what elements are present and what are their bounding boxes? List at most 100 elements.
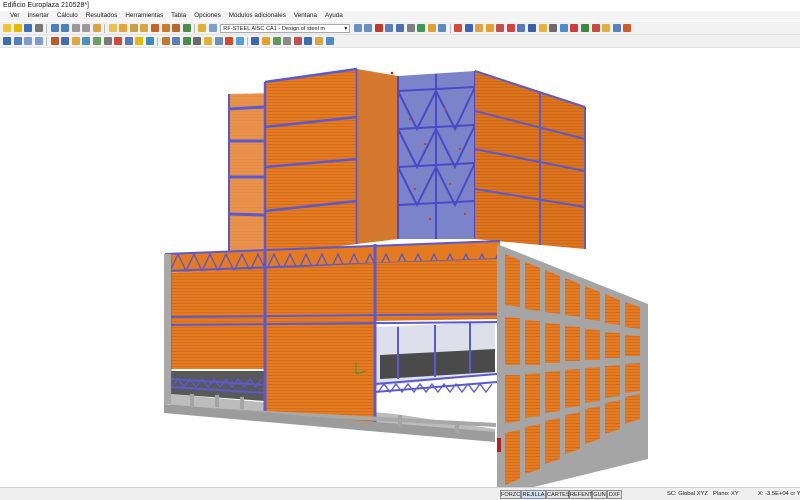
mesh-icon[interactable] [581, 24, 590, 32]
rotate-icon[interactable] [623, 24, 632, 32]
cut-icon[interactable] [71, 24, 80, 32]
secondary-toolbar [0, 35, 800, 48]
help-icon[interactable] [325, 37, 334, 45]
scale-icon[interactable] [406, 24, 415, 32]
visibility-icon[interactable] [161, 37, 170, 45]
copy-icon[interactable] [82, 24, 91, 32]
zoom-icon[interactable] [119, 24, 128, 32]
status-button-dxf[interactable]: DXF [607, 490, 622, 499]
status-button-forzc[interactable]: FORZC [500, 490, 521, 499]
comment-icon[interactable] [135, 37, 144, 45]
dimension-icon[interactable] [114, 37, 123, 45]
menu-tabla[interactable]: Tabla [167, 11, 190, 21]
module-selector-value: RF-STEEL AISC CA1 - Design of steel m [223, 25, 326, 32]
graphic-icon[interactable] [427, 24, 436, 32]
display-icon[interactable] [385, 24, 394, 32]
next-icon[interactable] [364, 24, 373, 32]
module-selector[interactable]: RF-STEEL AISC CA1 - Design of steel m ▼ [220, 23, 351, 33]
section-view-icon[interactable] [251, 37, 260, 45]
zoom-window-icon[interactable] [129, 24, 138, 32]
clipping-icon[interactable] [261, 37, 270, 45]
zoom-in-icon[interactable] [24, 37, 33, 45]
shaded-icon[interactable] [71, 37, 80, 45]
animation-icon[interactable] [272, 37, 281, 45]
group-icon[interactable] [182, 37, 191, 45]
paste-icon[interactable] [93, 24, 102, 32]
top-node-marker [390, 71, 394, 75]
table-icon[interactable] [208, 24, 217, 32]
menu-insertar[interactable]: Insertar [23, 11, 52, 21]
node-icon[interactable] [453, 24, 462, 32]
guide-icon[interactable] [124, 37, 133, 45]
menu-ayuda[interactable]: Ayuda [321, 11, 347, 21]
colors-icon[interactable] [395, 24, 404, 32]
results-icon[interactable] [198, 24, 207, 32]
save-icon[interactable] [24, 24, 33, 32]
load-icon[interactable] [506, 24, 515, 32]
coordinate-readout: X: -3.5E+04 cr Y: [758, 491, 800, 497]
view-icon[interactable] [161, 24, 170, 32]
layer-icon[interactable] [172, 37, 181, 45]
support-icon[interactable] [496, 24, 505, 32]
print-graphic-icon[interactable] [283, 37, 292, 45]
wireframe-icon[interactable] [61, 37, 70, 45]
measure-icon[interactable] [146, 37, 155, 45]
info-icon[interactable] [304, 37, 313, 45]
check-icon[interactable] [417, 24, 426, 32]
lock-icon[interactable] [602, 24, 611, 32]
3d-model-viewport[interactable] [0, 49, 800, 487]
undo-icon[interactable] [50, 24, 59, 32]
copy-move-icon[interactable] [193, 37, 202, 45]
pencil-icon[interactable] [108, 24, 117, 32]
prev-icon[interactable] [353, 24, 362, 32]
menu-opciones[interactable]: Opciones [190, 11, 225, 21]
pan-icon[interactable] [13, 37, 22, 45]
export-icon[interactable] [293, 37, 302, 45]
open-icon[interactable] [13, 24, 22, 32]
divide-icon[interactable] [214, 37, 223, 45]
window-icon[interactable] [438, 24, 447, 32]
perspective-icon[interactable] [50, 37, 59, 45]
extend-icon[interactable] [235, 37, 244, 45]
menu-calculo[interactable]: Cálculo [53, 11, 82, 21]
calculate-icon[interactable] [182, 24, 191, 32]
upper-left-floors [227, 94, 266, 267]
view-front-icon[interactable] [528, 24, 537, 32]
section-icon[interactable] [172, 24, 181, 32]
tools-icon[interactable] [591, 24, 600, 32]
view-iso-icon[interactable] [517, 24, 526, 32]
settings-icon[interactable] [314, 37, 323, 45]
upper-corner-wall [357, 69, 398, 244]
render-icon[interactable] [151, 24, 160, 32]
stop-icon[interactable] [374, 24, 383, 32]
redo-icon[interactable] [61, 24, 70, 32]
snap-icon[interactable] [103, 37, 112, 45]
menu-ver[interactable]: Ver [6, 11, 23, 21]
view-side-icon[interactable] [549, 24, 558, 32]
surface-icon[interactable] [475, 24, 484, 32]
zoom-out-icon[interactable] [35, 37, 44, 45]
transparency-icon[interactable] [82, 37, 91, 45]
delete-icon[interactable] [570, 24, 579, 32]
menu-herramientas[interactable]: Herramientas [121, 11, 167, 21]
member-icon[interactable] [464, 24, 473, 32]
filter-icon[interactable] [612, 24, 621, 32]
menu-bar: Ver Insertar Cálculo Resultados Herramie… [0, 11, 800, 21]
status-button-refent[interactable]: REFENT [569, 490, 592, 499]
print-icon[interactable] [35, 24, 44, 32]
status-button-rejilla[interactable]: REJILLA [521, 490, 546, 499]
solid-icon[interactable] [485, 24, 494, 32]
menu-resultados[interactable]: Resultados [82, 11, 122, 21]
mirror-icon[interactable] [203, 37, 212, 45]
menu-ventana[interactable]: Ventana [290, 11, 321, 21]
connect-icon[interactable] [225, 37, 234, 45]
grid-icon[interactable] [93, 37, 102, 45]
select-icon[interactable] [559, 24, 568, 32]
zoom-all-icon[interactable] [140, 24, 149, 32]
menu-modulos-adicionales[interactable]: Módulos adicionales [225, 11, 290, 21]
status-button-gun[interactable]: GUN [592, 490, 607, 499]
cursor-icon[interactable] [3, 37, 12, 45]
new-file-icon[interactable] [3, 24, 12, 32]
status-button-cartes[interactable]: CARTES [546, 490, 570, 499]
view-top-icon[interactable] [538, 24, 547, 32]
